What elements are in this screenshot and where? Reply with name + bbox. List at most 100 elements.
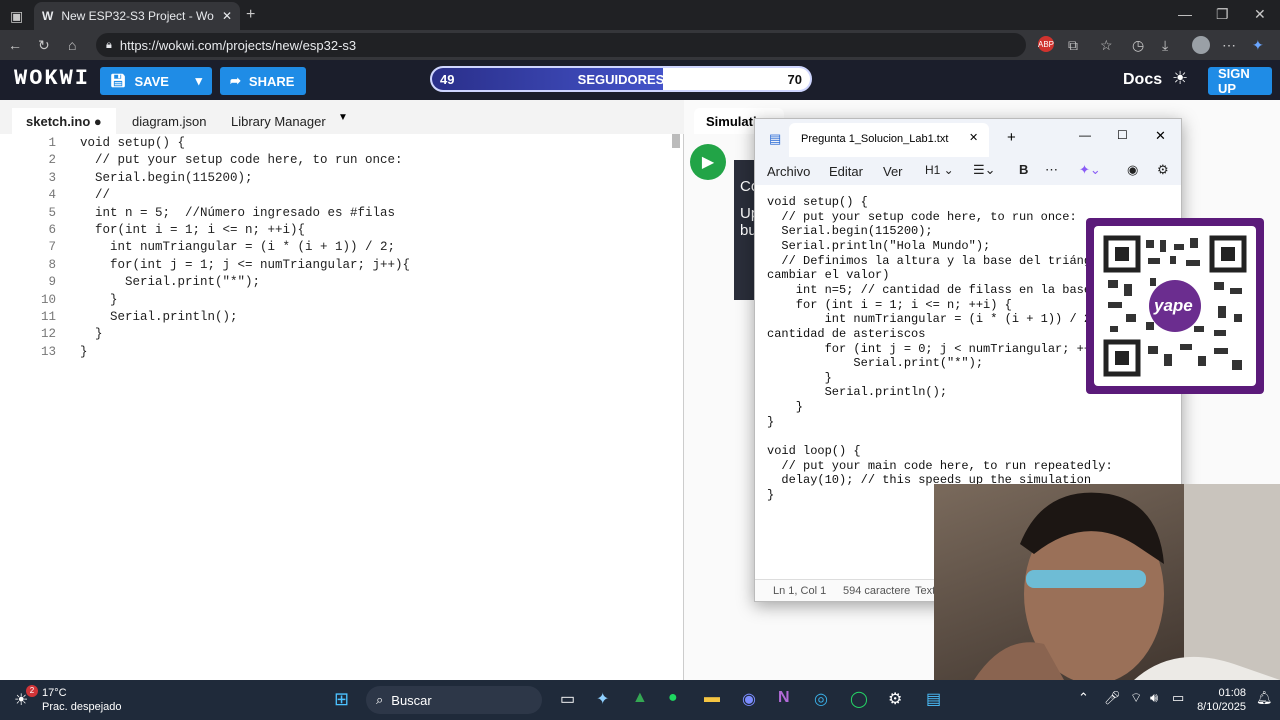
copilot-taskbar-icon[interactable]: ✦ [596, 689, 609, 709]
code-editor-pane: sketch.ino ● diagram.json Library Manage… [0, 100, 684, 680]
tray-chevron-icon[interactable]: ⌃ [1078, 690, 1089, 706]
notifications-icon[interactable]: 🔔︎ [1256, 690, 1273, 706]
edge-icon[interactable]: ◎ [814, 689, 828, 709]
task-view-icon[interactable]: ▭ [560, 689, 575, 709]
taskbar-search[interactable]: ⌕ Buscar [366, 686, 542, 714]
theme-toggle-icon[interactable]: ☀ [1172, 68, 1188, 89]
yape-qr-overlay: yape [1086, 218, 1264, 394]
maximize-icon[interactable]: ❐ [1216, 6, 1229, 23]
weather-desc[interactable]: Prac. despejado [42, 701, 122, 713]
share-icon: ➦ [230, 73, 241, 88]
adblock-icon[interactable]: ABP [1038, 36, 1054, 52]
save-icon: 💾︎ [110, 73, 127, 88]
signup-button[interactable]: SIGN UP [1208, 66, 1272, 96]
reload-icon[interactable]: ↻ [38, 37, 50, 54]
more-icon[interactable]: ⋯ [1222, 37, 1236, 54]
weather-temp[interactable]: 17°C [42, 687, 67, 699]
history-icon[interactable]: ◷ [1132, 37, 1144, 54]
back-icon[interactable]: ← [8, 37, 22, 53]
volume-icon[interactable]: 🔊︎ [1150, 690, 1158, 706]
windows-start-icon[interactable]: ⊞ [334, 689, 349, 710]
favorites-icon[interactable]: ☆ [1100, 37, 1113, 54]
code-line[interactable]: 8 for(int j = 1; j <= numTriangular; j++… [0, 258, 670, 275]
notepad-taskbar-icon[interactable]: ▤ [926, 689, 941, 709]
encoding-status: Text [915, 585, 936, 597]
tab-library-manager[interactable]: Library Manager [217, 108, 340, 134]
notepad-minimize-icon[interactable]: — [1079, 128, 1091, 142]
tab-diagram[interactable]: diagram.json [118, 108, 220, 134]
account-icon[interactable]: ◉ [1127, 162, 1138, 178]
code-line[interactable]: 6 for(int i = 1; i <= n; ++i){ [0, 223, 670, 240]
notepad-line: for (int i = 1; i <= n; ++i) { [767, 297, 1012, 312]
profile-avatar[interactable] [1192, 36, 1210, 54]
heading-dropdown[interactable]: H1 ⌄ [925, 163, 954, 177]
code-line[interactable]: 9 Serial.print("*"); [0, 275, 670, 292]
code-line[interactable]: 3 Serial.begin(115200); [0, 171, 670, 188]
notepad-close-icon[interactable]: ✕ [1155, 128, 1166, 144]
code-line[interactable]: 1 void setup() { [0, 136, 670, 153]
close-window-icon[interactable]: ✕ [1254, 6, 1266, 23]
editor-tabs: sketch.ino ● diagram.json Library Manage… [0, 100, 684, 134]
bold-icon[interactable]: B [1019, 162, 1028, 177]
play-button[interactable]: ▶ [690, 144, 726, 180]
settings-taskbar-icon[interactable]: ⚙ [888, 689, 902, 709]
settings-gear-icon[interactable]: ⚙ [1157, 162, 1169, 178]
docs-link[interactable]: Docs [1123, 71, 1162, 89]
code-line[interactable]: 10 } [0, 293, 670, 310]
wokwi-logo[interactable]: WOKWI [14, 66, 90, 91]
whatsapp-icon[interactable]: ◯ [850, 689, 868, 709]
share-button[interactable]: ➦ SHARE [220, 67, 306, 95]
code-line[interactable]: 7 int numTriangular = (i * (i + 1)) / 2; [0, 240, 670, 257]
home-icon[interactable]: ⌂ [68, 37, 76, 53]
tab-sketch[interactable]: sketch.ino ● [12, 108, 116, 134]
save-dropdown-icon[interactable]: ▾ [195, 73, 202, 89]
tab-title: New ESP32-S3 Project - Wokwi Si [61, 9, 214, 23]
code-line[interactable]: 4 // [0, 188, 670, 205]
extensions-icon[interactable]: ⧉ [1068, 37, 1078, 54]
list-format-icon[interactable]: ☰⌄ [973, 162, 996, 178]
minimize-icon[interactable]: — [1178, 6, 1192, 22]
notepad-tab[interactable]: Pregunta 1_Solucion_Lab1.txt [789, 123, 989, 157]
code-text: } [80, 292, 118, 307]
clock-date[interactable]: 8/10/2025 [1190, 701, 1246, 713]
microphone-icon[interactable]: 🎤︎ [1104, 690, 1121, 706]
url-text: https://wokwi.com/projects/new/esp32-s3 [119, 37, 357, 53]
code-text: for(int j = 1; j <= numTriangular; j++){ [80, 257, 411, 272]
code-text: int numTriangular = (i * (i + 1)) / 2; [80, 240, 396, 255]
more-tabs-icon[interactable]: ▼ [338, 112, 348, 123]
discord-icon[interactable]: ◉ [742, 689, 756, 709]
url-field[interactable]: 🔒︎ https://wokwi.com/projects/new/esp32-… [96, 33, 1026, 57]
clock-time[interactable]: 01:08 [1200, 687, 1246, 699]
copilot-icon[interactable]: ✦⌄ [1079, 162, 1101, 178]
spotify-icon[interactable]: ● [668, 689, 678, 707]
notepad-tab-close-icon[interactable]: ✕ [969, 131, 978, 144]
editor-scrollbar[interactable] [672, 134, 680, 148]
menu-editar[interactable]: Editar [829, 164, 863, 179]
menu-ver[interactable]: Ver [883, 164, 903, 179]
menu-archivo[interactable]: Archivo [767, 164, 810, 179]
close-tab-icon[interactable]: ✕ [222, 9, 232, 23]
notepad-menubar: Archivo Editar Ver H1 ⌄ ☰⌄ B ⋯ ✦⌄ ◉ ⚙ [755, 157, 1181, 185]
code-line[interactable]: 2 // put your setup code here, to run on… [0, 153, 670, 170]
save-button[interactable]: 💾︎ SAVE ▾ [100, 67, 212, 95]
page-info-icon[interactable]: 🔒︎ [106, 39, 112, 52]
more-options-icon[interactable]: ⋯ [1045, 162, 1058, 178]
wifi-icon[interactable]: ⌔ [1130, 690, 1142, 706]
browser-tab[interactable]: W New ESP32-S3 Project - Wokwi Si ✕ [34, 2, 240, 30]
code-line[interactable]: 11 Serial.println(); [0, 310, 670, 327]
new-tab-icon[interactable]: + [246, 6, 255, 24]
code-line[interactable]: 12 } [0, 327, 670, 344]
notepad-line: int numTriangular = (i * (i + 1)) / 2; c [767, 312, 1113, 327]
onenote-icon[interactable]: N [778, 689, 790, 707]
tab-actions-icon[interactable]: ▣ [10, 8, 23, 25]
battery-icon[interactable]: ▭ [1172, 690, 1184, 706]
notepad-maximize-icon[interactable]: ☐ [1117, 128, 1128, 142]
browser-tab-bar: ▣ W New ESP32-S3 Project - Wokwi Si ✕ + … [0, 0, 1280, 30]
copilot-icon[interactable]: ✦ [1252, 37, 1264, 54]
downloads-icon[interactable]: ⤓ [1162, 37, 1168, 54]
code-line[interactable]: 13} [0, 345, 670, 362]
file-explorer-icon[interactable]: ▬ [704, 689, 720, 707]
google-drive-icon[interactable]: ▲ [632, 689, 648, 707]
code-line[interactable]: 5 int n = 5; //Número ingresado es #fila… [0, 206, 670, 223]
notepad-new-tab-icon[interactable]: + [1007, 129, 1016, 146]
